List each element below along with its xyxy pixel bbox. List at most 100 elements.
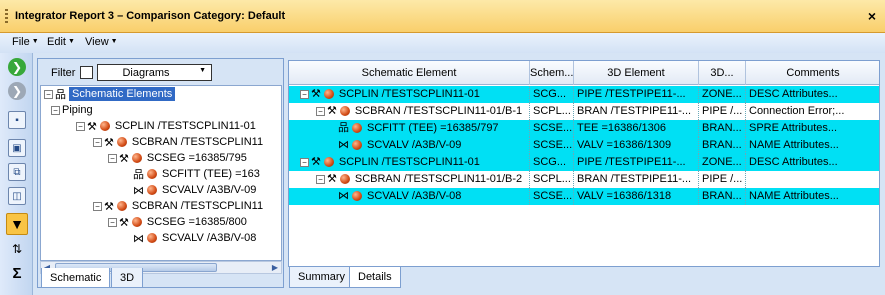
cell-text: SCFITT (TEE) =16385/797 — [367, 122, 499, 134]
collapse-icon[interactable]: − — [76, 121, 85, 131]
pipe-tool-icon: ⚒ — [311, 88, 321, 100]
column-header-comments[interactable]: Comments — [746, 61, 879, 85]
tree-node-label: SCVALV /A3B/V-08 — [162, 232, 257, 244]
collapse-icon[interactable]: − — [300, 157, 309, 167]
table-cell: PIPE /... — [699, 103, 746, 120]
tree-node-scbran[interactable]: − ⚒ SCBRAN /TESTSCPLIN11 — [93, 134, 263, 150]
collapse-icon[interactable]: − — [44, 89, 53, 99]
pipe-tool-icon: ⚒ — [87, 120, 97, 133]
cell-text: SCVALV /A3B/V-09 — [367, 139, 462, 151]
tree-node-piping[interactable]: − Piping — [51, 102, 93, 118]
table-cell: SCSE... — [530, 120, 574, 137]
tree-node-label: SCVALV /A3B/V-09 — [162, 184, 257, 196]
compare-icon[interactable]: ⧉ — [8, 163, 26, 181]
filter-icon[interactable]: ▼ — [6, 213, 28, 235]
table-cell: SCG... — [530, 86, 574, 103]
close-icon[interactable]: × — [868, 8, 876, 24]
table-cell: SCSE... — [530, 188, 574, 205]
pipe-tool-icon: ⚒ — [327, 173, 337, 185]
cell-text: SCPLIN /TESTSCPLIN11-01 — [338, 156, 480, 168]
table-row[interactable]: 品 SCFITT (TEE) =16385/797 SCSE... TEE =1638… — [289, 120, 879, 137]
tree-node-label: SCBRAN /TESTSCPLIN11 — [131, 136, 264, 148]
scroll-right-icon[interactable]: ▶ — [269, 262, 281, 273]
tab-3d[interactable]: 3D — [111, 268, 144, 288]
column-header-3d[interactable]: 3D... — [699, 61, 746, 85]
save-icon[interactable]: ▪ — [8, 111, 26, 129]
status-ball-icon — [147, 185, 157, 195]
collapse-icon[interactable]: − — [108, 153, 117, 163]
tree-node-scbran[interactable]: − ⚒ SCBRAN /TESTSCPLIN11 — [93, 198, 263, 214]
window-title: Integrator Report 3 – Comparison Categor… — [15, 10, 286, 22]
cell-text: SCPLIN /TESTSCPLIN11-01 — [338, 88, 480, 100]
table-cell: TEE =16386/1306 — [574, 120, 699, 137]
forward-icon[interactable]: ❯ — [8, 58, 26, 76]
table-row[interactable]: ⋈ SCVALV /A3B/V-09 SCSE... VALV =16386/1309… — [289, 137, 879, 154]
table-cell: VALV =16386/1318 — [574, 188, 699, 205]
table-cell: SCG... — [530, 154, 574, 171]
collapse-icon[interactable]: − — [300, 89, 309, 99]
tree-node-label: SCFITT (TEE) =163 — [162, 168, 260, 180]
status-ball-icon — [99, 121, 110, 131]
valve-icon: ⋈ — [338, 190, 349, 202]
table-cell: VALV =16386/1309 — [574, 137, 699, 154]
column-header-3d-element[interactable]: 3D Element — [574, 61, 699, 85]
tab-summary[interactable]: Summary — [289, 267, 355, 288]
collapse-icon[interactable]: − — [316, 106, 325, 116]
element-tree[interactable]: − 品 Schematic Elements − Piping − ⚒ SCPL… — [40, 85, 282, 261]
valve-icon: ⋈ — [133, 232, 144, 245]
table-cell: DESC Attributes... — [746, 154, 879, 171]
collapse-icon[interactable]: − — [108, 217, 117, 227]
collapse-icon[interactable]: − — [51, 105, 60, 115]
filter-combo[interactable]: Diagrams ▼ — [97, 64, 212, 81]
collapse-icon[interactable]: − — [316, 174, 325, 184]
valve-icon: ⋈ — [133, 184, 144, 197]
table-row[interactable]: − ⚒ SCBRAN /TESTSCPLIN11-01/B-2 SCPL... BRAN… — [289, 171, 879, 188]
tree-node-label: SCPLIN /TESTSCPLIN11-01 — [114, 120, 256, 132]
collapse-icon[interactable]: − — [93, 137, 102, 147]
status-ball-icon — [339, 174, 350, 184]
cell-text: SCBRAN /TESTSCPLIN11-01/B-2 — [354, 173, 523, 185]
filter-row: Filter Diagrams ▼ — [38, 59, 283, 85]
table-cell: BRAN... — [699, 120, 746, 137]
tree-node-scvalv[interactable]: ⋈ SCVALV /A3B/V-08 — [133, 230, 256, 246]
status-ball-icon — [147, 233, 157, 243]
menu-view[interactable]: View ▼ — [85, 36, 118, 48]
filter-checkbox[interactable] — [80, 66, 93, 79]
filter-combo-value: Diagrams — [122, 67, 170, 79]
tree-node-scseg[interactable]: − ⚒ SCSEG =16385/795 — [108, 150, 247, 166]
table-cell: − ⚒ SCPLIN /TESTSCPLIN11-01 — [289, 86, 530, 103]
table-row[interactable]: − ⚒ SCBRAN /TESTSCPLIN11-01/B-1 SCPL... BRAN… — [289, 103, 879, 120]
menu-file[interactable]: File ▼ — [12, 36, 39, 48]
table-row[interactable]: ⋈ SCVALV /A3B/V-08 SCSE... VALV =16386/1318… — [289, 188, 879, 205]
status-ball-icon — [339, 106, 350, 116]
sort-icon[interactable]: ⇅ — [8, 240, 26, 258]
picture-icon[interactable]: ▣ — [8, 139, 26, 157]
grip-handle[interactable] — [5, 9, 8, 25]
tree-node-scseg[interactable]: − ⚒ SCSEG =16385/800 — [108, 214, 247, 230]
tree-node-scfitt[interactable]: 品 SCFITT (TEE) =163 — [133, 166, 260, 182]
table-cell: NAME Attributes... — [746, 137, 879, 154]
tab-schematic[interactable]: Schematic — [41, 268, 111, 288]
tree-node-root[interactable]: − 品 Schematic Elements — [44, 86, 176, 102]
table-cell: BRAN... — [699, 137, 746, 154]
tree-node-scplin[interactable]: − ⚒ SCPLIN /TESTSCPLIN11-01 — [76, 118, 256, 134]
sigma-icon[interactable]: Σ — [8, 264, 26, 282]
table-cell: ZONE... — [699, 86, 746, 103]
tree-node-scvalv[interactable]: ⋈ SCVALV /A3B/V-09 — [133, 182, 256, 198]
tree-panel: Filter Diagrams ▼ − 品 Schematic Elements… — [37, 58, 284, 288]
column-header-schematic-element[interactable]: Schematic Element — [289, 61, 530, 85]
status-ball-icon — [323, 157, 334, 167]
layers-icon[interactable]: ◫ — [8, 187, 26, 205]
menu-edit[interactable]: Edit ▼ — [47, 36, 75, 48]
tab-details[interactable]: Details — [349, 267, 401, 288]
collapse-icon[interactable]: − — [93, 201, 102, 211]
valve-icon: ⋈ — [338, 139, 349, 151]
pipe-tool-icon: ⚒ — [119, 152, 129, 165]
column-header-schem[interactable]: Schem... — [530, 61, 574, 85]
next-disabled-icon[interactable]: ❯ — [8, 82, 26, 100]
table-row[interactable]: − ⚒ SCPLIN /TESTSCPLIN11-01 SCG... PIPE /TES… — [289, 86, 879, 103]
table-cell: ⋈ SCVALV /A3B/V-09 — [289, 137, 530, 154]
table-row[interactable]: − ⚒ SCPLIN /TESTSCPLIN11-01 SCG... PIPE /TES… — [289, 154, 879, 171]
status-ball-icon — [116, 201, 127, 211]
pipe-tool-icon: ⚒ — [104, 200, 114, 213]
